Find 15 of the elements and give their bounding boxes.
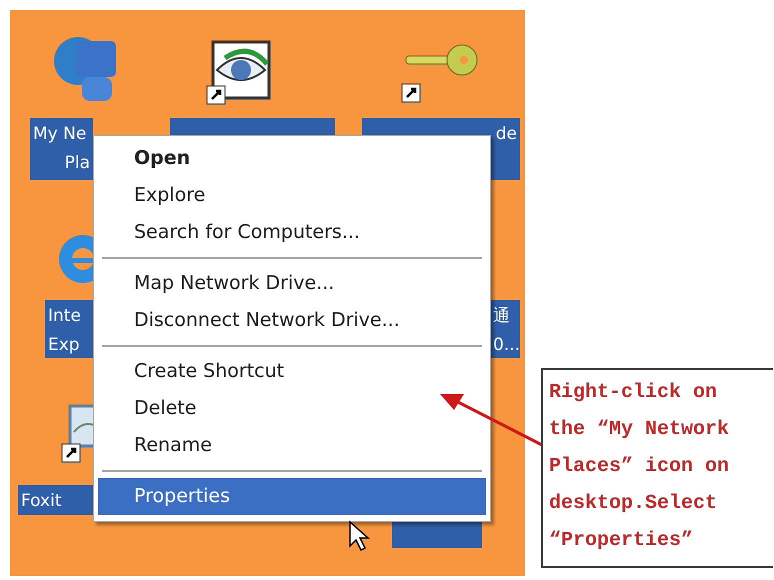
menu-item[interactable]: Delete [98,390,486,427]
menu-item[interactable]: Explore [98,177,486,214]
icon-label[interactable]: My Ne Pla [30,118,93,180]
menu-item[interactable]: Create Shortcut [98,353,486,390]
menu-item[interactable]: Open [98,140,486,177]
icon-label[interactable]: 通 0... [490,300,520,358]
eye-shortcut-icon[interactable] [205,40,271,106]
menu-item[interactable]: Map Network Drive... [98,265,486,302]
icon-label[interactable]: Inte Exp [45,300,93,358]
annotation-text: Right-click on the “My Network Places” icon on desktop.Select “Properties” [549,380,730,554]
menu-item[interactable]: Properties [98,478,486,515]
menu-item[interactable]: Rename [98,427,486,464]
icon-label[interactable]: Foxit [18,485,93,515]
menu-item[interactable]: Disconnect Network Drive... [98,302,486,339]
menu-item[interactable]: Search for Computers... [98,214,486,251]
